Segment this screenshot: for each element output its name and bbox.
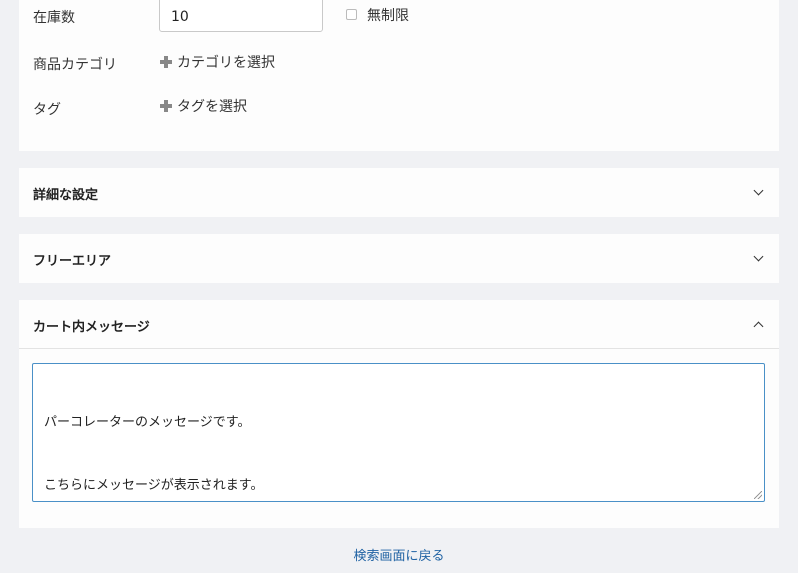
section-divider [19, 348, 779, 349]
chevron-down-icon[interactable] [753, 185, 764, 196]
detail-settings-title: 詳細な設定 [33, 188, 99, 203]
stock-input[interactable]: 10 [159, 0, 323, 32]
plus-icon [160, 56, 172, 68]
message-line: パーコレーターのメッセージです。 [44, 415, 251, 430]
resize-handle[interactable] [754, 491, 762, 499]
cart-message-header[interactable]: カート内メッセージ [19, 300, 779, 348]
category-label: 商品カテゴリ [33, 57, 117, 73]
select-tag-label: タグを選択 [177, 99, 247, 115]
cart-message-section: カート内メッセージ パーコレーターのメッセージです。 こちらにメッセージが表示さ… [19, 300, 779, 528]
product-basic-card: 在庫数 10 無制限 商品カテゴリ カテゴリを選択 タグ タグを選択 [19, 0, 779, 151]
detail-settings-section[interactable]: 詳細な設定 [19, 168, 779, 217]
unlimited-label[interactable]: 無制限 [367, 5, 409, 25]
free-area-section[interactable]: フリーエリア [19, 234, 779, 283]
message-line: こちらにメッセージが表示されます。 [44, 478, 264, 493]
free-area-title: フリーエリア [33, 254, 112, 269]
unlimited-checkbox[interactable] [346, 9, 357, 20]
plus-icon [160, 100, 172, 112]
cart-message-title: カート内メッセージ [33, 320, 150, 335]
chevron-up-icon[interactable] [753, 321, 764, 332]
tag-label: タグ [33, 102, 61, 118]
chevron-down-icon[interactable] [753, 251, 764, 262]
select-tag-button[interactable]: タグを選択 [160, 96, 247, 116]
back-to-search-link[interactable]: 検索画面に戻る [0, 545, 798, 564]
select-category-label: カテゴリを選択 [177, 55, 275, 71]
stock-label: 在庫数 [33, 10, 75, 26]
cart-message-textarea[interactable]: パーコレーターのメッセージです。 こちらにメッセージが表示されます。 [32, 363, 765, 502]
select-category-button[interactable]: カテゴリを選択 [160, 52, 275, 72]
